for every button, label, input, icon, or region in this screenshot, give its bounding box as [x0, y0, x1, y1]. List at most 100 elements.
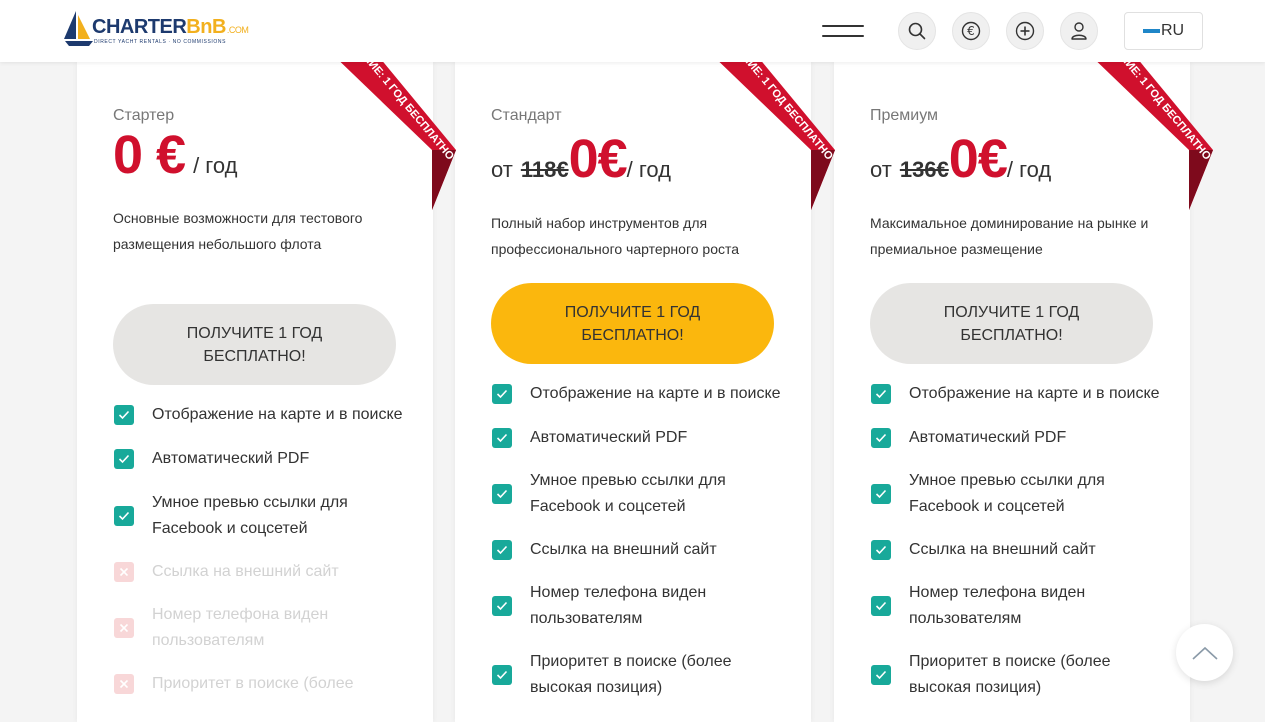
feature-text: Приоритет в поиске (более — [152, 675, 354, 692]
feature-item: Номер телефона виден пользователям — [870, 580, 1170, 632]
price-prefix: от — [870, 157, 892, 182]
get-free-year-button[interactable]: ПОЛУЧИТЕ 1 ГОД БЕСПЛАТНО! — [870, 283, 1153, 364]
feature-item: Приоритет в поиске (более — [113, 671, 413, 697]
plan-name: Стандарт — [491, 107, 562, 124]
svg-text:€: € — [967, 24, 975, 38]
add-listing-button[interactable] — [1006, 12, 1044, 50]
feature-text: Номер телефона виден пользователям — [530, 584, 707, 627]
site-header: CHARTERBnB.COM DIRECT YACHT RENTALS · NO… — [0, 0, 1265, 62]
feature-text: Приоритет в поиске (более высокая позици… — [909, 653, 1111, 696]
price-period: / год — [193, 153, 238, 178]
check-icon — [871, 540, 891, 560]
price-period: / год — [1006, 157, 1052, 182]
feature-item: Приоритет в поиске (более высокая позици… — [491, 649, 791, 701]
check-icon — [492, 596, 512, 616]
feature-text: Ссылка на внешний сайт — [530, 541, 717, 558]
charterbnb-logo[interactable]: CHARTERBnB.COM DIRECT YACHT RENTALS · NO… — [62, 9, 252, 51]
logo-tagline: DIRECT YACHT RENTALS · NO COMMISSIONS — [94, 39, 227, 45]
check-icon — [492, 665, 512, 685]
feature-item: Умное превью ссылки для Facebook и соцсе… — [870, 468, 1170, 520]
price-row: от 118€ 0€ / год — [491, 128, 671, 190]
check-icon — [871, 384, 891, 404]
feature-text: Умное превью ссылки для Facebook и соцсе… — [909, 472, 1105, 515]
check-icon — [114, 506, 134, 526]
feature-text: Автоматический PDF — [909, 429, 1067, 446]
feature-list: Отображение на карте и в поиске Автоматич… — [113, 402, 413, 697]
feature-item: Отображение на карте и в поиске — [491, 381, 791, 407]
check-icon — [871, 665, 891, 685]
currency-button[interactable]: € — [952, 12, 990, 50]
search-icon — [908, 22, 926, 40]
feature-item: Умное превью ссылки для Facebook и соцсе… — [113, 490, 413, 542]
feature-text: Ссылка на внешний сайт — [152, 563, 339, 580]
feature-item: Автоматический PDF — [870, 425, 1170, 451]
language-label: RU — [1160, 22, 1185, 39]
price-value: 0€ — [568, 129, 628, 189]
feature-item: Автоматический PDF — [113, 446, 413, 472]
check-icon — [114, 405, 134, 425]
feature-text: Отображение на карте и в поиске — [530, 385, 781, 402]
scroll-to-top-button[interactable] — [1176, 624, 1233, 681]
price-value: 0€ — [948, 129, 1008, 189]
cross-icon — [114, 674, 134, 694]
price-row: 0 € / год — [113, 124, 237, 186]
flag-icon — [1142, 29, 1160, 33]
check-icon — [492, 540, 512, 560]
feature-item: Номер телефона виден пользователям — [491, 580, 791, 632]
feature-list: Отображение на карте и в поиске Автоматич… — [870, 381, 1170, 701]
search-button[interactable] — [898, 12, 936, 50]
sailboat-logo-icon — [64, 11, 93, 46]
check-icon — [871, 596, 891, 616]
plan-description: Полный набор инструментов для профессион… — [491, 215, 740, 257]
feature-item: Ссылка на внешний сайт — [491, 537, 791, 563]
feature-text: Номер телефона виден пользователям — [909, 584, 1086, 627]
feature-item: Номер телефона виден пользователям — [113, 602, 413, 654]
feature-list: Отображение на карте и в поиске Автоматич… — [491, 381, 791, 701]
plan-description: Основные возможности для тестового разме… — [113, 210, 363, 252]
plan-description: Максимальное доминирование на рынке и пр… — [870, 215, 1149, 257]
plan-card-premium: Премиум от 136€ 0€ / год Максимальное до… — [834, 62, 1190, 722]
feature-item: Ссылка на внешний сайт — [870, 537, 1170, 563]
check-icon — [114, 449, 134, 469]
feature-item: Ссылка на внешний сайт — [113, 559, 413, 585]
feature-text: Автоматический PDF — [530, 429, 688, 446]
check-icon — [492, 484, 512, 504]
menu-icon[interactable] — [822, 22, 866, 40]
feature-text: Умное превью ссылки для Facebook и соцсе… — [152, 494, 348, 537]
check-icon — [871, 484, 891, 504]
old-price: 118€ — [520, 157, 569, 182]
plan-card-starter: Стартер 0 € / год Основные возможности д… — [77, 62, 433, 722]
check-icon — [492, 428, 512, 448]
euro-icon: € — [961, 21, 981, 41]
feature-item: Отображение на карте и в поиске — [870, 381, 1170, 407]
feature-text: Автоматический PDF — [152, 450, 310, 467]
price-value: 0 € — [113, 125, 186, 185]
plus-icon — [1015, 21, 1035, 41]
check-icon — [492, 384, 512, 404]
get-free-year-button[interactable]: ПОЛУЧИТЕ 1 ГОД БЕСПЛАТНО! — [491, 283, 774, 364]
plan-name: Премиум — [870, 107, 939, 124]
check-icon — [871, 428, 891, 448]
feature-item: Автоматический PDF — [491, 425, 791, 451]
feature-text: Отображение на карте и в поиске — [152, 406, 403, 423]
feature-text: Приоритет в поиске (более высокая позици… — [530, 653, 732, 696]
price-period: / год — [626, 157, 671, 182]
feature-item: Приоритет в поиске (более высокая позици… — [870, 649, 1170, 701]
cross-icon — [114, 562, 134, 582]
price-row: от 136€ 0€ / год — [870, 128, 1051, 190]
chevron-up-icon — [1191, 646, 1218, 660]
feature-text: Отображение на карте и в поиске — [909, 385, 1160, 402]
feature-text: Ссылка на внешний сайт — [909, 541, 1096, 558]
old-price: 136€ — [899, 157, 949, 182]
user-icon — [1071, 22, 1087, 40]
feature-item: Отображение на карте и в поиске — [113, 402, 413, 428]
language-selector[interactable]: RU — [1124, 12, 1203, 50]
get-free-year-button[interactable]: ПОЛУЧИТЕ 1 ГОД БЕСПЛАТНО! — [113, 304, 396, 385]
account-button[interactable] — [1060, 12, 1098, 50]
feature-text: Номер телефона виден пользователям — [152, 606, 329, 649]
feature-text: Умное превью ссылки для Facebook и соцсе… — [530, 472, 726, 515]
plan-name: Стартер — [113, 107, 175, 124]
logo-wordmark: CHARTERBnB.COM — [92, 16, 249, 38]
plan-card-standard: Стандарт от 118€ 0€ / год Полный набор и… — [455, 62, 811, 722]
feature-item: Умное превью ссылки для Facebook и соцсе… — [491, 468, 791, 520]
